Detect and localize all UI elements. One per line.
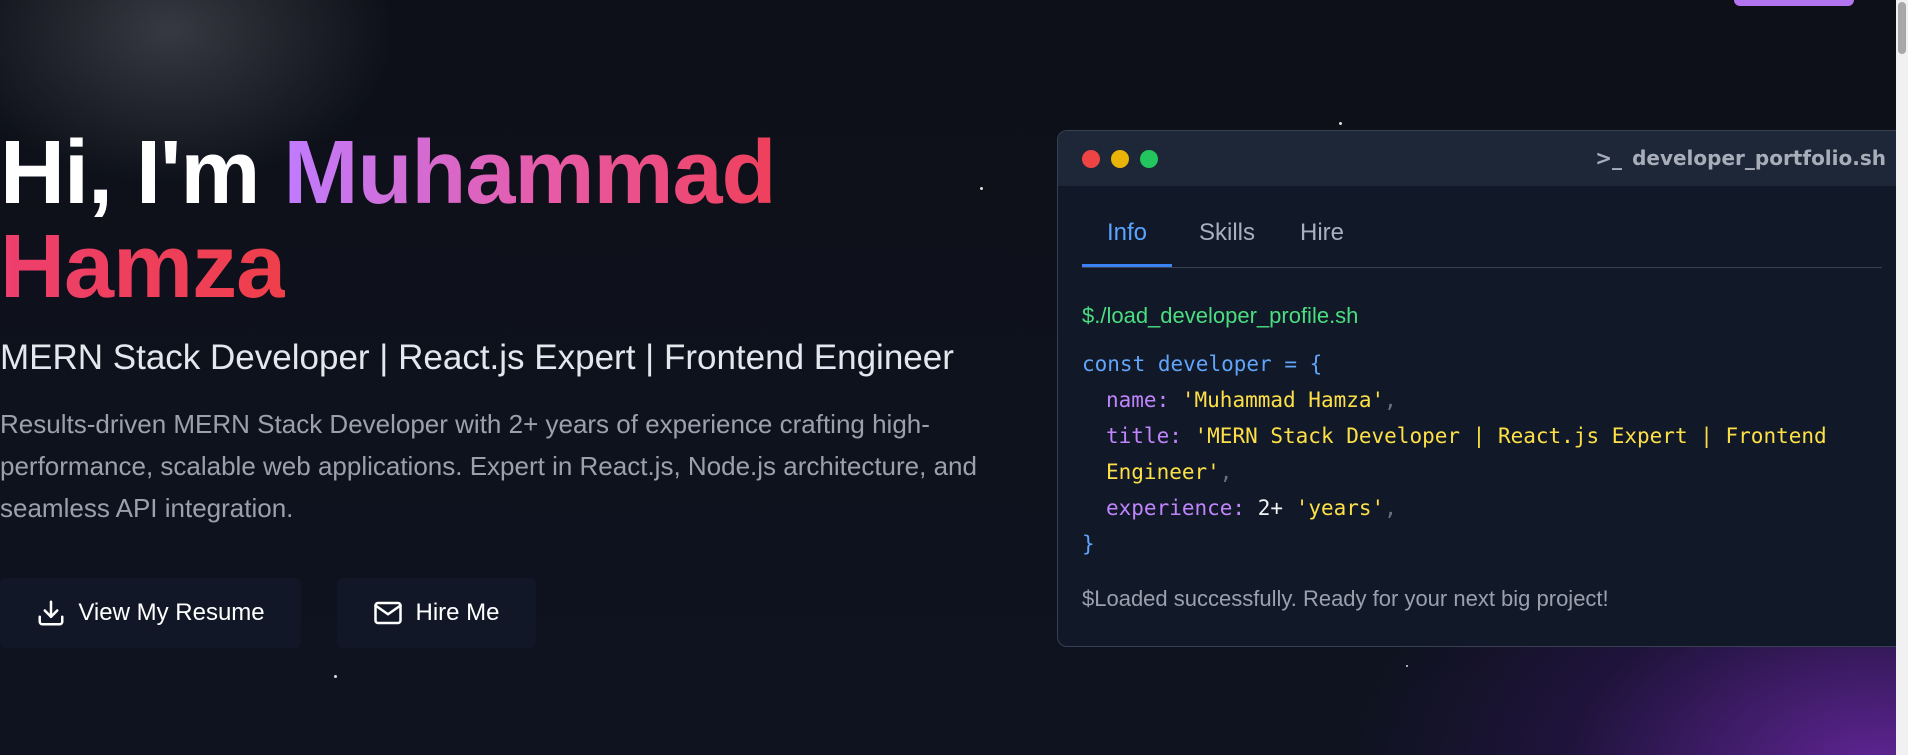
code-key: name: <box>1106 388 1170 412</box>
code-string: 'Muhammad Hamza' <box>1181 388 1385 412</box>
code-string: 'MERN Stack Developer | React.js Expert … <box>1106 424 1840 484</box>
hero-description: Results-driven MERN Stack Developer with… <box>0 409 977 523</box>
minimize-dot-icon <box>1111 150 1129 168</box>
code-line-experience: experience: 2+ 'years', <box>1082 490 1882 526</box>
scrollbar-thumb[interactable] <box>1898 2 1906 54</box>
hero-first-name: Muhammad <box>283 123 776 223</box>
code-variable: developer <box>1157 352 1272 376</box>
terminal-title-text: developer_portfolio.sh <box>1632 146 1886 170</box>
code-line-title: title: 'MERN Stack Developer | React.js … <box>1082 418 1882 490</box>
code-number: 2+ <box>1257 496 1284 520</box>
hero-title: Hi, I'm Muhammad Hamza <box>0 126 1000 314</box>
view-resume-label: View My Resume <box>78 599 265 626</box>
code-comma: , <box>1384 388 1397 412</box>
hire-me-label: Hire Me <box>415 599 500 626</box>
code-key: title: <box>1106 424 1182 448</box>
code-keyword: const <box>1082 352 1146 376</box>
code-line-name: name: 'Muhammad Hamza', <box>1082 382 1882 418</box>
star-decoration <box>334 675 337 678</box>
hero-last-name: Hamza <box>0 217 286 317</box>
maximize-dot-icon <box>1140 150 1158 168</box>
code-block: const developer = { name: 'Muhammad Hamz… <box>1082 346 1882 562</box>
close-dot-icon <box>1082 150 1100 168</box>
tab-hire[interactable]: Hire <box>1277 203 1367 267</box>
hero-subtitle: MERN Stack Developer | React.js Expert |… <box>0 338 954 377</box>
code-comma: , <box>1384 496 1397 520</box>
view-resume-button[interactable]: View My Resume <box>0 578 301 648</box>
top-nav-button[interactable] <box>1734 0 1854 6</box>
terminal-command: $./load_developer_profile.sh <box>1082 303 1359 328</box>
code-comma: , <box>1219 460 1233 484</box>
terminal-window: >_ developer_portfolio.sh Info Skills Hir… <box>1057 130 1905 647</box>
terminal-tabs: Info Skills Hire <box>1082 203 1882 268</box>
hero-greeting: Hi, I'm <box>0 123 260 223</box>
code-string: 'years' <box>1295 496 1385 520</box>
page-scrollbar[interactable] <box>1896 0 1908 755</box>
download-icon <box>36 598 66 628</box>
terminal-status: $Loaded successfully. Ready for your nex… <box>1082 586 1609 611</box>
tab-skills[interactable]: Skills <box>1182 203 1272 267</box>
mail-icon <box>373 598 403 628</box>
terminal-prompt-icon: >_ <box>1595 146 1623 170</box>
code-operator: = { <box>1284 352 1323 376</box>
tab-info[interactable]: Info <box>1082 203 1172 267</box>
hire-me-button[interactable]: Hire Me <box>337 578 536 648</box>
terminal-header: >_ developer_portfolio.sh <box>1058 131 1904 186</box>
code-close-brace: } <box>1082 532 1095 556</box>
star-decoration <box>1406 665 1408 667</box>
terminal-title: >_ developer_portfolio.sh <box>1595 146 1886 170</box>
code-key: experience: <box>1106 496 1246 520</box>
star-decoration <box>1339 122 1342 125</box>
